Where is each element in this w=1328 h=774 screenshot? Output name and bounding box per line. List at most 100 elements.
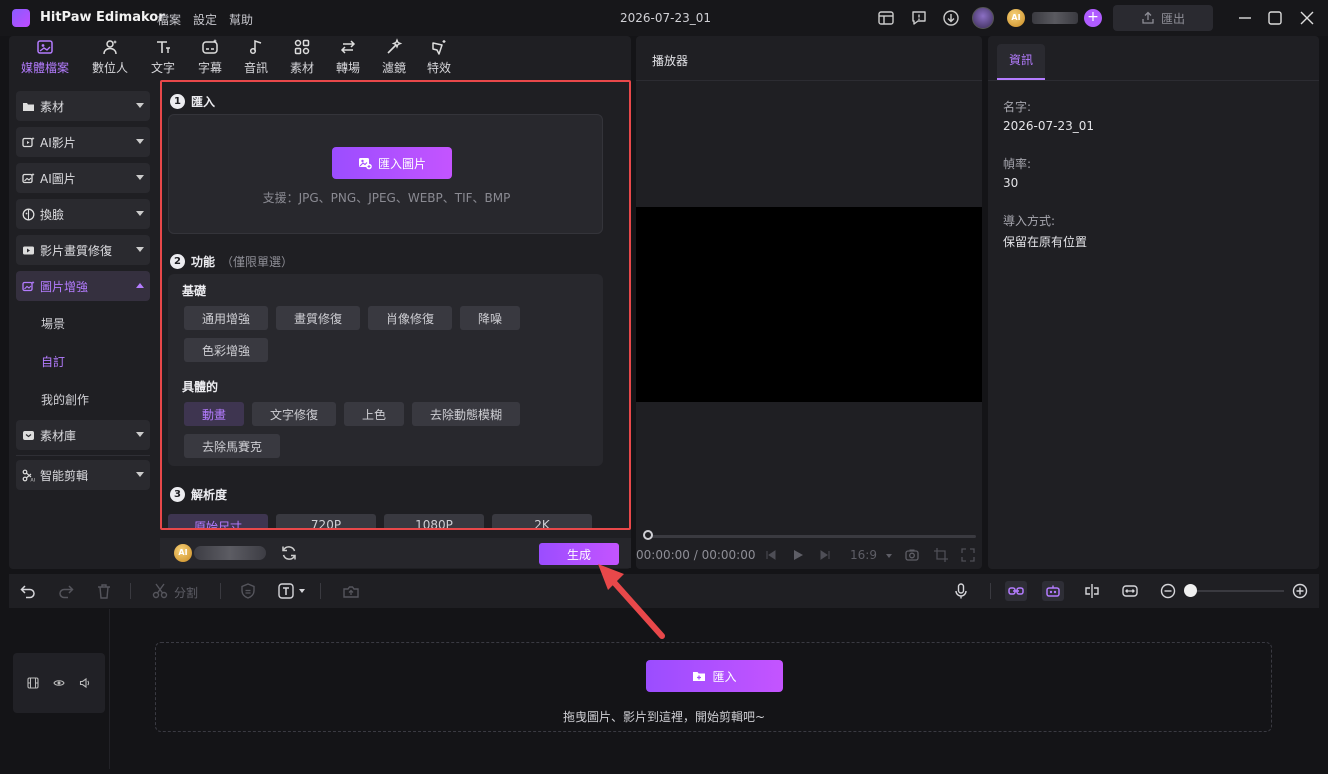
track-divider	[109, 609, 110, 769]
sidebar-item-library[interactable]: 素材庫	[16, 420, 150, 450]
zoom-slider-handle[interactable]	[1184, 584, 1197, 597]
image-drop-area[interactable]: 匯入圖片 支援：JPG、PNG、JPEG、WEBP、TIF、BMP	[168, 114, 603, 234]
layout-icon[interactable]	[877, 9, 895, 27]
export-frame-icon[interactable]	[342, 582, 360, 600]
single-select-hint: （僅限單選）	[221, 255, 294, 269]
sidebar-item-smart-cut[interactable]: AI 智能剪輯	[16, 460, 150, 490]
fullscreen-icon[interactable]	[960, 547, 976, 563]
sidebar-item-image-enhance[interactable]: 圖片增強	[16, 271, 150, 301]
chevron-down-icon[interactable]	[299, 589, 305, 593]
tab-audio[interactable]: 音訊	[239, 38, 273, 80]
split-label[interactable]: 分割	[174, 584, 198, 601]
sidebar-subitem-custom[interactable]: 自訂	[41, 353, 65, 370]
import-image-button[interactable]: 匯入圖片	[332, 147, 452, 179]
tab-transition[interactable]: 轉場	[331, 38, 365, 80]
menu-file[interactable]: 檔案	[157, 11, 181, 28]
option-portrait-repair[interactable]: 肖像修復	[368, 306, 452, 330]
zoom-slider-track[interactable]	[1192, 590, 1284, 592]
chevron-down-icon	[136, 211, 144, 216]
film-icon[interactable]	[27, 677, 39, 689]
shield-icon[interactable]	[239, 582, 257, 600]
sidebar-subitem-my-creations[interactable]: 我的創作	[41, 391, 89, 408]
resolution-1080p[interactable]: 1080P	[384, 514, 484, 528]
crop-icon[interactable]	[933, 547, 949, 563]
sidebar-item-ai-video[interactable]: AI影片	[16, 127, 150, 157]
option-text-repair[interactable]: 文字修復	[252, 402, 336, 426]
smart-cut-icon: AI	[22, 469, 35, 482]
chevron-down-icon	[136, 103, 144, 108]
option-denoise[interactable]: 降噪	[460, 306, 520, 330]
minimize-icon[interactable]	[1236, 9, 1254, 27]
snapshot-icon[interactable]	[904, 547, 920, 563]
playhead-handle[interactable]	[643, 530, 653, 540]
user-avatar[interactable]	[972, 7, 994, 29]
fit-width-icon[interactable]	[1121, 582, 1139, 600]
microphone-icon[interactable]	[952, 582, 970, 600]
option-animation[interactable]: 動畫	[184, 402, 244, 426]
prev-frame-icon[interactable]	[764, 548, 778, 562]
option-color-enhance[interactable]: 色彩增強	[184, 338, 268, 362]
tab-filter[interactable]: 濾鏡	[377, 38, 411, 80]
aspect-ratio-select[interactable]: 16:9	[850, 548, 877, 562]
eye-icon[interactable]	[53, 677, 65, 689]
sidebar-item-label: AI影片	[40, 135, 76, 150]
toolbar-divider	[220, 583, 221, 599]
tab-effect[interactable]: 特效	[422, 38, 456, 80]
resolution-720p[interactable]: 720P	[276, 514, 376, 528]
option-remove-mosaic[interactable]: 去除馬賽克	[184, 434, 280, 458]
sidebar-item-material[interactable]: 素材	[16, 91, 150, 121]
split-track-icon[interactable]	[1083, 582, 1101, 600]
tab-text[interactable]: 文字	[146, 38, 180, 80]
import-media-button[interactable]: 匯入	[646, 660, 783, 692]
zoom-in-icon[interactable]	[1291, 582, 1309, 600]
svg-text:AI: AI	[31, 477, 35, 482]
drop-hint-text: 拖曳圖片、影片到這裡，開始剪輯吧~	[562, 710, 766, 724]
playback-progress[interactable]	[648, 535, 976, 538]
sidebar-subitem-scene[interactable]: 場景	[41, 315, 65, 332]
project-title: 2026-07-23_01	[620, 11, 712, 25]
sidebar-item-face-swap[interactable]: 換臉	[16, 199, 150, 229]
tab-transition-label: 轉場	[335, 61, 360, 75]
option-remove-motion-blur[interactable]: 去除動態模糊	[412, 402, 520, 426]
resolution-original[interactable]: 原始尺寸	[168, 514, 268, 528]
maximize-icon[interactable]	[1266, 9, 1284, 27]
resolution-2k[interactable]: 2K	[492, 514, 592, 528]
close-icon[interactable]	[1298, 9, 1316, 27]
tab-subtitle[interactable]: 字幕	[193, 38, 227, 80]
feedback-icon[interactable]	[910, 9, 928, 27]
refresh-icon[interactable]	[280, 544, 298, 562]
option-general-enhance[interactable]: 通用增強	[184, 306, 268, 330]
undo-icon[interactable]	[19, 582, 37, 600]
tab-material[interactable]: 素材	[285, 38, 319, 80]
download-icon[interactable]	[942, 9, 960, 27]
menu-settings[interactable]: 設定	[193, 11, 217, 28]
chevron-down-icon	[886, 554, 892, 558]
menu-help[interactable]: 幫助	[229, 11, 253, 28]
tab-text-label: 文字	[150, 61, 175, 75]
sidebar-item-ai-image[interactable]: AI圖片	[16, 163, 150, 193]
export-button[interactable]: 匯出	[1113, 5, 1213, 31]
play-icon[interactable]	[791, 548, 805, 562]
tab-media[interactable]: 媒體檔案	[19, 38, 71, 80]
speaker-icon[interactable]	[79, 677, 91, 689]
zoom-out-icon[interactable]	[1159, 582, 1177, 600]
step-title: 功能	[191, 255, 216, 269]
track-header	[13, 653, 105, 713]
option-colorize[interactable]: 上色	[344, 402, 404, 426]
tab-digital-human[interactable]: 數位人	[88, 38, 132, 80]
next-frame-icon[interactable]	[818, 548, 832, 562]
option-quality-repair[interactable]: 畫質修復	[276, 306, 360, 330]
delete-icon[interactable]	[95, 582, 113, 600]
library-icon	[23, 430, 34, 440]
sidebar-item-video-repair[interactable]: 影片畫質修復	[16, 235, 150, 265]
scissors-icon[interactable]	[151, 582, 169, 600]
effect-icon	[432, 40, 446, 55]
redo-icon[interactable]	[57, 582, 75, 600]
video-preview[interactable]	[636, 207, 982, 402]
basic-group-label: 基礎	[182, 284, 207, 298]
tab-subtitle-label: 字幕	[197, 61, 222, 75]
add-credit-button[interactable]: +	[1084, 9, 1102, 27]
tab-info[interactable]: 資訊	[997, 44, 1045, 80]
text-tool-icon[interactable]	[277, 582, 295, 600]
tab-media-label: 媒體檔案	[20, 61, 69, 75]
